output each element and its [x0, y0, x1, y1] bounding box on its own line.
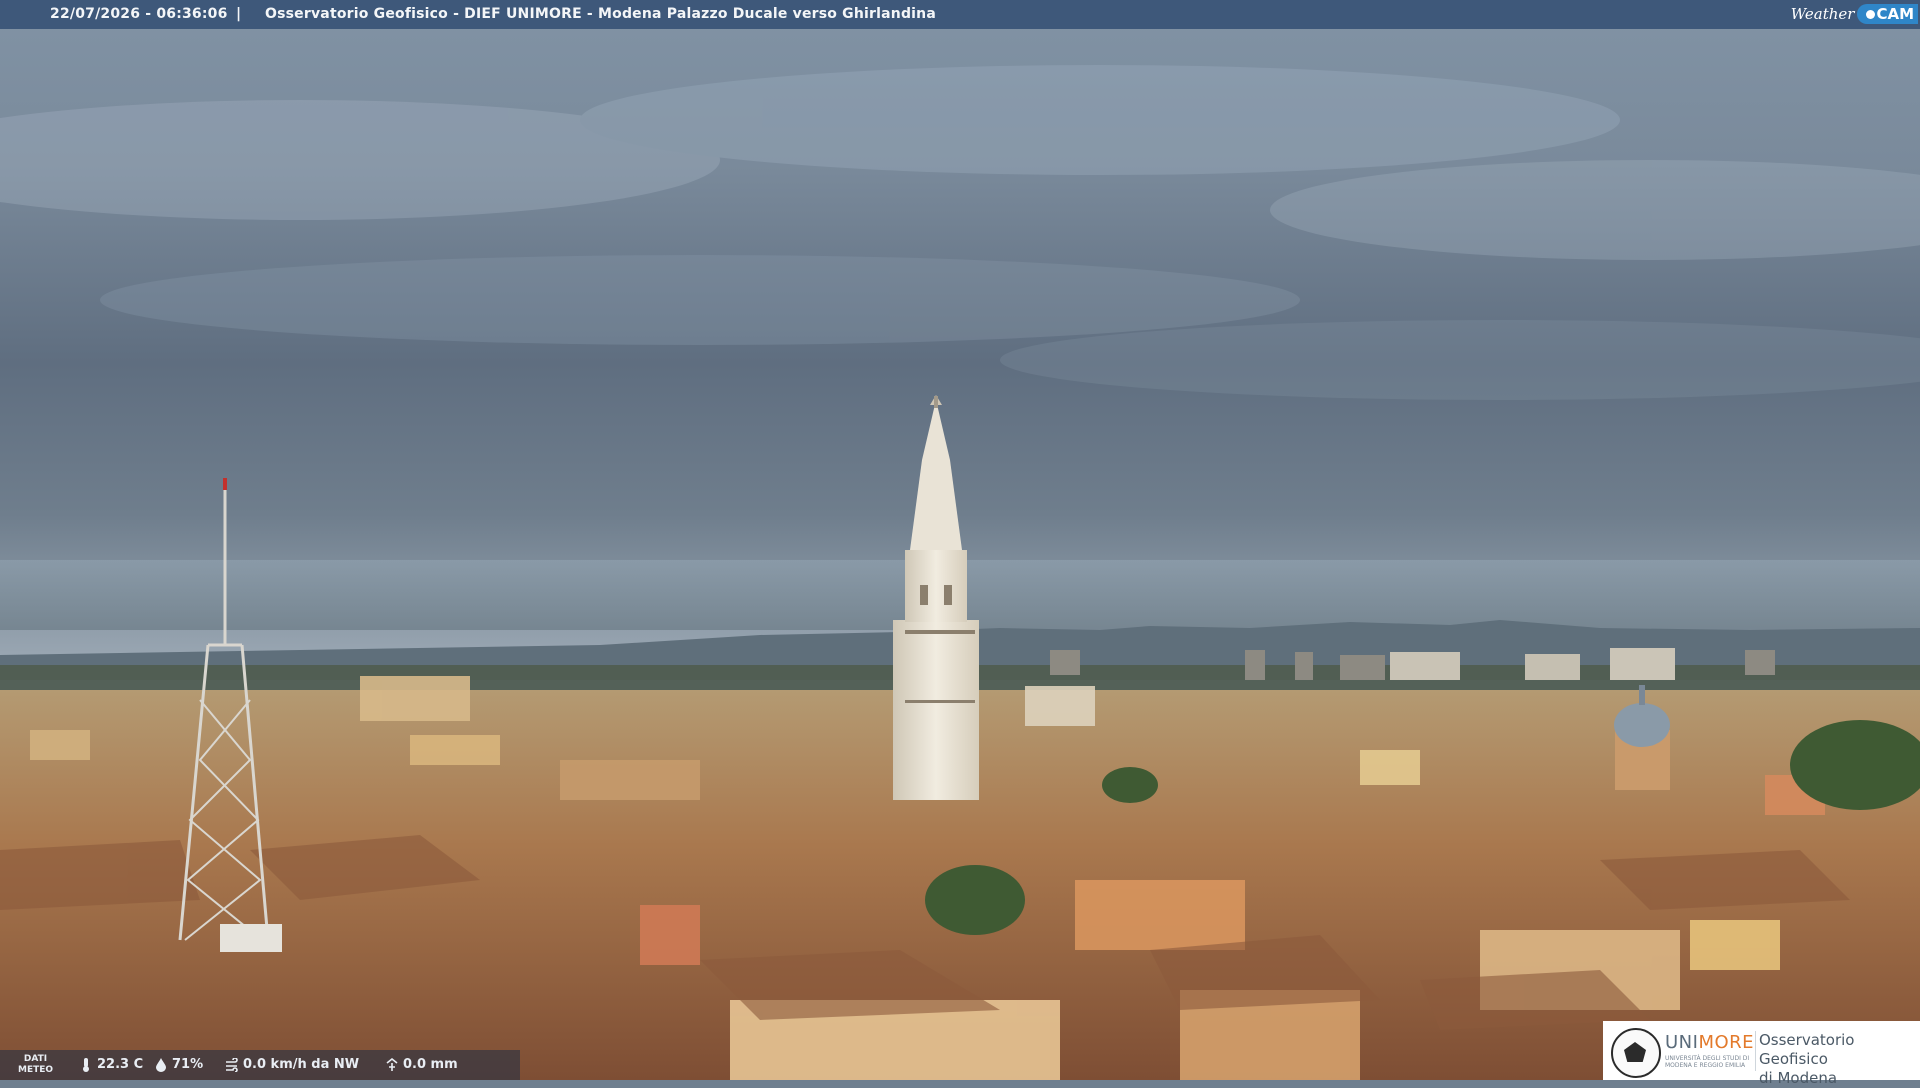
- university-subtitle-line1: UNIVERSITÀ DEGLI STUDI DI: [1665, 1055, 1750, 1062]
- weather-data-bar: DATI METEO 22.3 C 71% 0.0 km/h da NW 0.0…: [0, 1050, 520, 1080]
- timestamp: 22/07/2026 - 06:36:06: [50, 6, 228, 22]
- weathercam-logo-text: Weather: [1790, 5, 1855, 23]
- mast-equipment: [220, 924, 282, 952]
- temperature-value: 22.3 C: [97, 1057, 144, 1072]
- unimore-wordmark-uni: UNI: [1665, 1032, 1699, 1053]
- humidity-value: 71%: [172, 1057, 204, 1072]
- unimore-observatory-logo: UNIMORE UNIVERSITÀ DEGLI STUDI DI MODENA…: [1603, 1021, 1920, 1087]
- webcam-photo: [0, 0, 1920, 1080]
- wind-icon: [226, 1057, 238, 1072]
- university-subtitle: UNIVERSITÀ DEGLI STUDI DI MODENA E REGGI…: [1665, 1055, 1749, 1069]
- observatory-name: Osservatorio Geofisico di Modena: [1759, 1031, 1920, 1088]
- cam-badge-text: CAM: [1876, 5, 1914, 23]
- temperature-readout: 22.3 C: [80, 1057, 143, 1072]
- title-separator: |: [236, 6, 242, 22]
- wind-readout: 0.0 km/h da NW: [226, 1057, 359, 1072]
- rain-gauge-icon: [386, 1057, 398, 1071]
- observatory-name-line1: Osservatorio Geofisico: [1759, 1031, 1855, 1068]
- cam-lens-icon: [1866, 10, 1876, 19]
- weather-data-label: DATI METEO: [18, 1054, 53, 1076]
- unimore-wordmark: UNIMORE: [1665, 1032, 1754, 1053]
- cam-badge: CAM: [1857, 4, 1918, 24]
- rain-value: 0.0 mm: [403, 1057, 458, 1072]
- rain-readout: 0.0 mm: [386, 1057, 458, 1072]
- webcam-title-bar: 22/07/2026 - 06:36:06 | Osservatorio Geo…: [0, 0, 1920, 29]
- camera-caption: Osservatorio Geofisico - DIEF UNIMORE - …: [265, 6, 936, 22]
- humidity-readout: 71%: [155, 1057, 203, 1072]
- weathercam-logo: Weather CAM: [1791, 2, 1918, 26]
- university-subtitle-line2: MODENA E REGGIO EMILIA: [1665, 1062, 1746, 1069]
- observatory-name-line2: di Modena: [1759, 1069, 1838, 1087]
- logo-divider: [1755, 1031, 1756, 1071]
- thermometer-icon: [83, 1057, 89, 1072]
- humidity-drop-icon: [156, 1057, 166, 1072]
- university-seal-icon: [1611, 1028, 1661, 1078]
- wind-value: 0.0 km/h da NW: [243, 1057, 360, 1072]
- weather-label-line1: DATI: [23, 1054, 48, 1064]
- weather-label-line2: METEO: [18, 1065, 54, 1075]
- unimore-wordmark-more: MORE: [1698, 1032, 1755, 1053]
